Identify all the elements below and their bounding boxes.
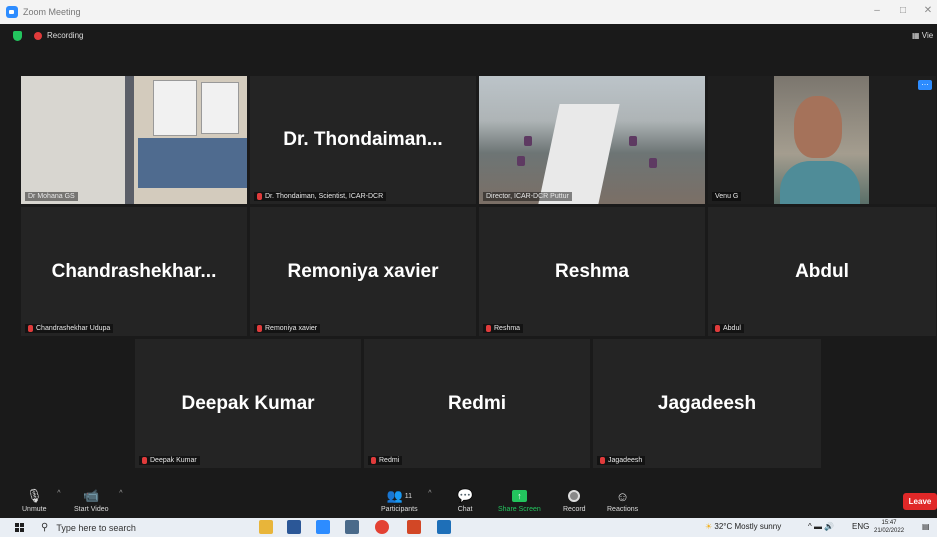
share-screen-icon: ↑ (511, 490, 527, 502)
video-options-caret-icon[interactable]: ^ (119, 490, 122, 497)
search-placeholder: Type here to search (56, 522, 136, 533)
record-button[interactable]: Record (563, 488, 586, 513)
muted-mic-icon (28, 325, 33, 332)
participant-name: Chandrashekhar... (51, 260, 217, 282)
muted-mic-icon (142, 457, 147, 464)
more-options-icon[interactable]: … (918, 79, 932, 90)
chair (524, 136, 532, 146)
window-title: Zoom Meeting (23, 7, 81, 17)
participant-tile[interactable]: Reshma Reshma (479, 207, 705, 336)
chair (629, 136, 637, 146)
participant-label: Reshma (483, 324, 524, 333)
participant-label: Abdul (712, 324, 744, 333)
participant-name: Abdul (795, 260, 849, 282)
photos-icon[interactable] (437, 520, 451, 534)
minimize-button[interactable]: – (870, 5, 884, 16)
wall-poster (201, 82, 239, 134)
powerpoint-icon[interactable] (407, 520, 421, 534)
muted-mic-icon (257, 325, 262, 332)
grid-view-icon: ▦ (912, 31, 922, 40)
meeting-info-bar: Recording ▦ Vie (0, 24, 937, 48)
participant-label: Deepak Kumar (139, 456, 200, 465)
windows-taskbar: ⚲ Type here to search ☀ 32°C Mostly sunn… (0, 518, 937, 537)
reactions-button[interactable]: ☺ Reactions (607, 488, 638, 514)
recording-label: Recording (47, 31, 84, 40)
participant-tile-active-speaker[interactable]: … Venu G (708, 76, 936, 204)
chair (649, 158, 657, 168)
participant-label: Jagadeesh (597, 456, 646, 465)
participant-name: Redmi (447, 392, 507, 414)
zoom-window: Zoom Meeting – □ ✕ Recording ▦ Vie Dr Mo… (0, 0, 937, 537)
face (794, 96, 842, 158)
chat-button[interactable]: 💬 Chat (457, 488, 473, 513)
participant-tile[interactable]: Dr Mohana GS (21, 76, 247, 204)
participant-label: Remoniya xavier (254, 324, 321, 333)
unmute-button[interactable]: 🎙 Unmute ^ (22, 488, 61, 513)
taskbar-search-box[interactable]: ⚲ Type here to search (37, 519, 247, 536)
audio-options-caret-icon[interactable]: ^ (57, 490, 60, 497)
windows-start-icon[interactable] (15, 523, 24, 532)
share-screen-button[interactable]: ↑ Share Screen (498, 488, 541, 513)
participant-label: Dr Mohana GS (25, 192, 78, 201)
word-icon[interactable] (287, 520, 301, 534)
participant-count: 11 (404, 492, 413, 500)
participant-label: Redmi (368, 456, 403, 465)
muted-mic-icon (715, 325, 720, 332)
chair (517, 156, 525, 166)
participant-tile[interactable]: Deepak Kumar Deepak Kumar (135, 339, 361, 468)
meeting-controls: 🎙 Unmute ^ 📹 Start Video ^ 👥 11 Participa… (0, 482, 937, 518)
title-bar: Zoom Meeting – □ ✕ (0, 0, 937, 24)
muted-mic-icon (257, 193, 262, 200)
participants-button[interactable]: 👥 11 Participants ^ (381, 488, 432, 513)
maximize-button[interactable]: □ (896, 5, 910, 16)
weather-widget[interactable]: ☀ 32°C Mostly sunny (705, 522, 781, 531)
wall-poster (153, 80, 197, 136)
chat-bubble-icon: 💬 (457, 488, 474, 503)
reactions-smiley-icon: ☺ (615, 488, 630, 504)
view-button[interactable]: ▦ Vie (912, 31, 933, 40)
notification-icon[interactable]: ▤ (922, 522, 930, 531)
participant-tile[interactable]: Chandrashekhar... Chandrashekhar Udupa (21, 207, 247, 336)
muted-mic-icon (486, 325, 491, 332)
leave-button[interactable]: Leave (903, 493, 937, 510)
calculator-icon[interactable] (345, 520, 359, 534)
system-tray-icons[interactable]: ^ ▬ 🔊 (808, 522, 834, 531)
participant-tile[interactable]: Abdul Abdul (708, 207, 936, 336)
muted-mic-icon (371, 457, 376, 464)
participant-tile[interactable]: Dr. Thondaiman... Dr. Thondaiman, Scient… (250, 76, 476, 204)
recording-indicator-icon (34, 32, 42, 40)
muted-microphone-icon: 🎙 (26, 488, 43, 503)
language-indicator[interactable]: ENG (852, 522, 869, 531)
participants-icon: 👥 (386, 488, 403, 503)
participant-tile[interactable]: Director, ICAR-DCR Puttur (479, 76, 705, 204)
chrome-icon[interactable] (375, 520, 389, 534)
participant-label: Chandrashekhar Udupa (25, 324, 114, 333)
participant-tile[interactable]: Jagadeesh Jagadeesh (593, 339, 821, 468)
participant-name: Deepak Kumar (181, 392, 315, 414)
participant-label: Director, ICAR-DCR Puttur (483, 192, 572, 201)
participant-name: Remoniya xavier (287, 260, 439, 282)
participant-name: Dr. Thondaiman... (283, 129, 443, 150)
file-explorer-icon[interactable] (259, 520, 273, 534)
participant-name: Jagadeesh (657, 392, 757, 414)
participant-name: Reshma (555, 260, 629, 282)
zoom-taskbar-icon[interactable] (316, 520, 330, 534)
start-video-button[interactable]: 📹 Start Video ^ (74, 488, 123, 513)
video-off-icon: 📹 (83, 488, 100, 503)
participant-label: Dr. Thondaiman, Scientist, ICAR-DCR (254, 192, 387, 201)
security-shield-icon[interactable] (13, 31, 22, 41)
participant-tile[interactable]: Remoniya xavier Remoniya xavier (250, 207, 476, 336)
close-button[interactable]: ✕ (921, 5, 935, 16)
record-icon (568, 490, 581, 502)
notice-board (138, 138, 247, 188)
participant-label: Venu G (712, 192, 742, 201)
zoom-logo-icon (6, 6, 18, 18)
taskbar-clock[interactable]: 15:47 21/02/2022 (874, 519, 904, 535)
search-icon: ⚲ (41, 522, 49, 533)
muted-mic-icon (600, 457, 605, 464)
participants-caret-icon[interactable]: ^ (428, 490, 431, 497)
shirt (780, 161, 860, 204)
sun-icon: ☀ (705, 522, 715, 531)
participant-tile[interactable]: Redmi Redmi (364, 339, 590, 468)
